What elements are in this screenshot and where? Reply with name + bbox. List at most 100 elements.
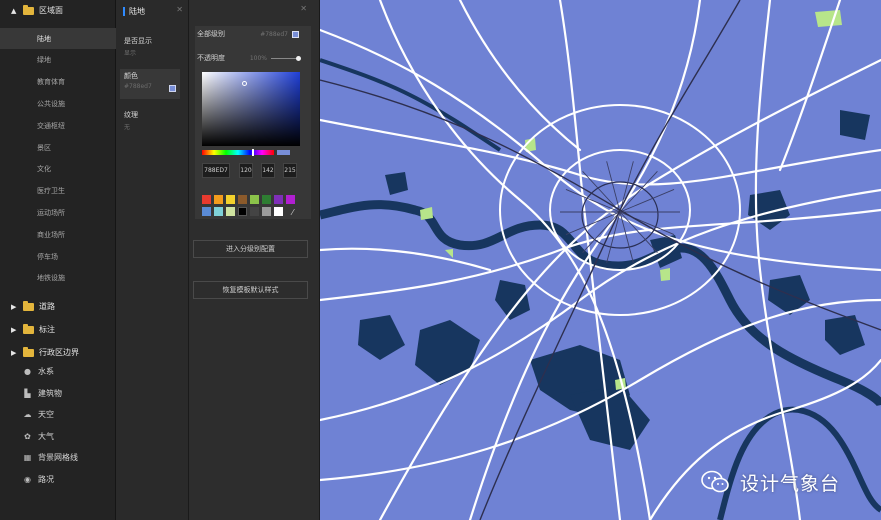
prop-color[interactable]: 颜色 #788ed7	[120, 69, 180, 99]
tree-layer-label: 路况	[38, 474, 54, 484]
prop-color-label: 颜色	[124, 72, 138, 80]
watermark-text: 设计气象台	[740, 472, 841, 495]
green-area	[815, 10, 842, 27]
street-line	[565, 189, 621, 213]
all-levels-label: 全部级别	[197, 30, 225, 38]
saturation-value-area[interactable]	[202, 72, 300, 146]
tree-layer-label: 建筑物	[38, 388, 62, 398]
tree-folder[interactable]: ▶ 标注	[0, 319, 116, 340]
lake-shape	[495, 280, 530, 320]
level-config-button[interactable]: 进入分级别配置	[193, 240, 308, 258]
opacity-value: 100%	[249, 54, 267, 62]
all-levels-value: #788ed7	[260, 30, 288, 38]
restore-default-button[interactable]: 恢复模板默认样式	[193, 281, 308, 299]
all-levels-row[interactable]: 全部级别 #788ed7	[197, 29, 299, 39]
opacity-row: 不透明度 100%	[197, 53, 301, 63]
hue-slider-handle[interactable]	[252, 149, 255, 156]
tree-layer-label: 大气	[38, 431, 54, 441]
tree-subitem[interactable]: 教育体育	[0, 72, 116, 93]
tree-folder-label: 行政区边界	[39, 348, 79, 357]
wechat-logo-icon	[701, 470, 729, 493]
tree-subitem[interactable]: 陆地	[0, 28, 116, 49]
preset-swatch[interactable]	[286, 195, 295, 204]
chevron-right-icon[interactable]: ▶	[11, 326, 17, 334]
chevron-right-icon[interactable]: ▶	[11, 303, 17, 311]
property-panel-header: 陆地 ✕	[116, 0, 189, 22]
opacity-slider-knob[interactable]	[296, 55, 301, 61]
preset-swatch[interactable]	[226, 207, 235, 216]
preset-swatch[interactable]	[250, 207, 259, 216]
tree-subitem[interactable]: 地铁设施	[0, 268, 116, 289]
tree-folder-area-fill[interactable]: ▲ 区域面	[0, 0, 116, 21]
property-panel: 陆地 ✕ 是否显示 显示 颜色 #788ed7 纹理 无	[116, 0, 189, 520]
tree-folder-label: 区域面	[39, 6, 63, 15]
preset-swatch[interactable]	[262, 195, 271, 204]
road-line	[558, 0, 622, 520]
prop-texture[interactable]: 纹理 无	[120, 108, 180, 133]
tree-subitem[interactable]: 停车场	[0, 246, 116, 267]
tree-subitem[interactable]: 景区	[0, 137, 116, 158]
tree-layer-item[interactable]: ▦ 背景网格线	[0, 447, 116, 468]
prop-visible[interactable]: 是否显示 显示	[120, 34, 180, 59]
tree-subitem[interactable]: 公共设施	[0, 93, 116, 114]
alpha-preview	[277, 150, 290, 155]
tree-subitem[interactable]: 绿地	[0, 50, 116, 71]
tree-subitem[interactable]: 商业场所	[0, 224, 116, 245]
tree-folder[interactable]: ▶ 道路	[0, 296, 116, 317]
tree-folder-label: 标注	[39, 325, 55, 334]
r-input[interactable]: 120	[239, 163, 253, 178]
preset-swatch[interactable]	[238, 207, 247, 216]
tree-subitem[interactable]: 医疗卫生	[0, 181, 116, 202]
color-swatch[interactable]	[169, 85, 176, 92]
tree-layer-item[interactable]: ● 水系	[0, 361, 116, 382]
preset-swatch[interactable]	[202, 207, 211, 216]
lake-shape	[358, 315, 405, 360]
tree-subitem[interactable]: 交通枢纽	[0, 115, 116, 136]
tree-layer-item[interactable]: ◉ 路况	[0, 469, 116, 490]
road-line	[458, 0, 582, 152]
property-panel-title: 陆地	[129, 6, 145, 16]
eyedropper-icon[interactable]: ⁄	[292, 208, 293, 217]
layer-tree-panel: ▲ 区域面 陆地 绿地 教育体育 公共设施 交通枢纽 景区 文化 医疗卫生 运动场所 商业场所 停车…	[0, 0, 116, 520]
all-levels-swatch[interactable]	[292, 30, 299, 38]
opacity-label: 不透明度	[197, 54, 225, 62]
lake-shape	[415, 320, 480, 385]
g-input[interactable]: 142	[261, 163, 275, 178]
green-area	[660, 268, 670, 281]
chevron-right-icon[interactable]: ▶	[11, 349, 17, 357]
map-canvas[interactable]	[320, 0, 881, 520]
prop-texture-value: 无	[124, 124, 131, 131]
tree-layer-item[interactable]: ▙ 建筑物	[0, 383, 116, 404]
cloud-icon: ☁	[23, 410, 32, 419]
prop-texture-label: 纹理	[124, 111, 138, 119]
preset-swatch[interactable]	[226, 195, 235, 204]
b-input[interactable]: 215	[283, 163, 297, 178]
preset-swatch[interactable]	[250, 195, 259, 204]
hue-slider[interactable]	[202, 149, 274, 156]
lake-shape	[385, 172, 408, 195]
tree-layer-label: 背景网格线	[38, 453, 78, 462]
lake-shape	[825, 315, 865, 355]
tree-folder[interactable]: ▶ 行政区边界	[0, 342, 116, 363]
tree-subitem[interactable]: 运动场所	[0, 202, 116, 223]
road-line	[320, 247, 492, 272]
preset-swatch[interactable]	[202, 195, 211, 204]
preset-swatch[interactable]	[274, 195, 283, 204]
tree-layer-label: 水系	[38, 367, 54, 376]
preset-swatch[interactable]	[262, 207, 271, 216]
color-cursor[interactable]	[242, 81, 247, 86]
opacity-slider[interactable]	[271, 55, 301, 61]
preset-swatch[interactable]	[214, 195, 223, 204]
tree-subitem[interactable]: 文化	[0, 159, 116, 180]
hex-input[interactable]: 788ED7	[202, 163, 230, 178]
tree-layer-item[interactable]: ☁ 天空	[0, 404, 116, 425]
preset-swatch[interactable]	[214, 207, 223, 216]
close-icon[interactable]: ✕	[300, 4, 307, 13]
folder-icon	[23, 300, 34, 311]
tree-layer-item[interactable]: ✿ 大气	[0, 426, 116, 447]
tree-layer-label: 天空	[38, 410, 54, 419]
chevron-down-icon[interactable]: ▲	[11, 7, 17, 15]
preset-swatch[interactable]	[238, 195, 247, 204]
preset-swatch[interactable]	[274, 207, 283, 216]
close-icon[interactable]: ✕	[176, 5, 183, 14]
